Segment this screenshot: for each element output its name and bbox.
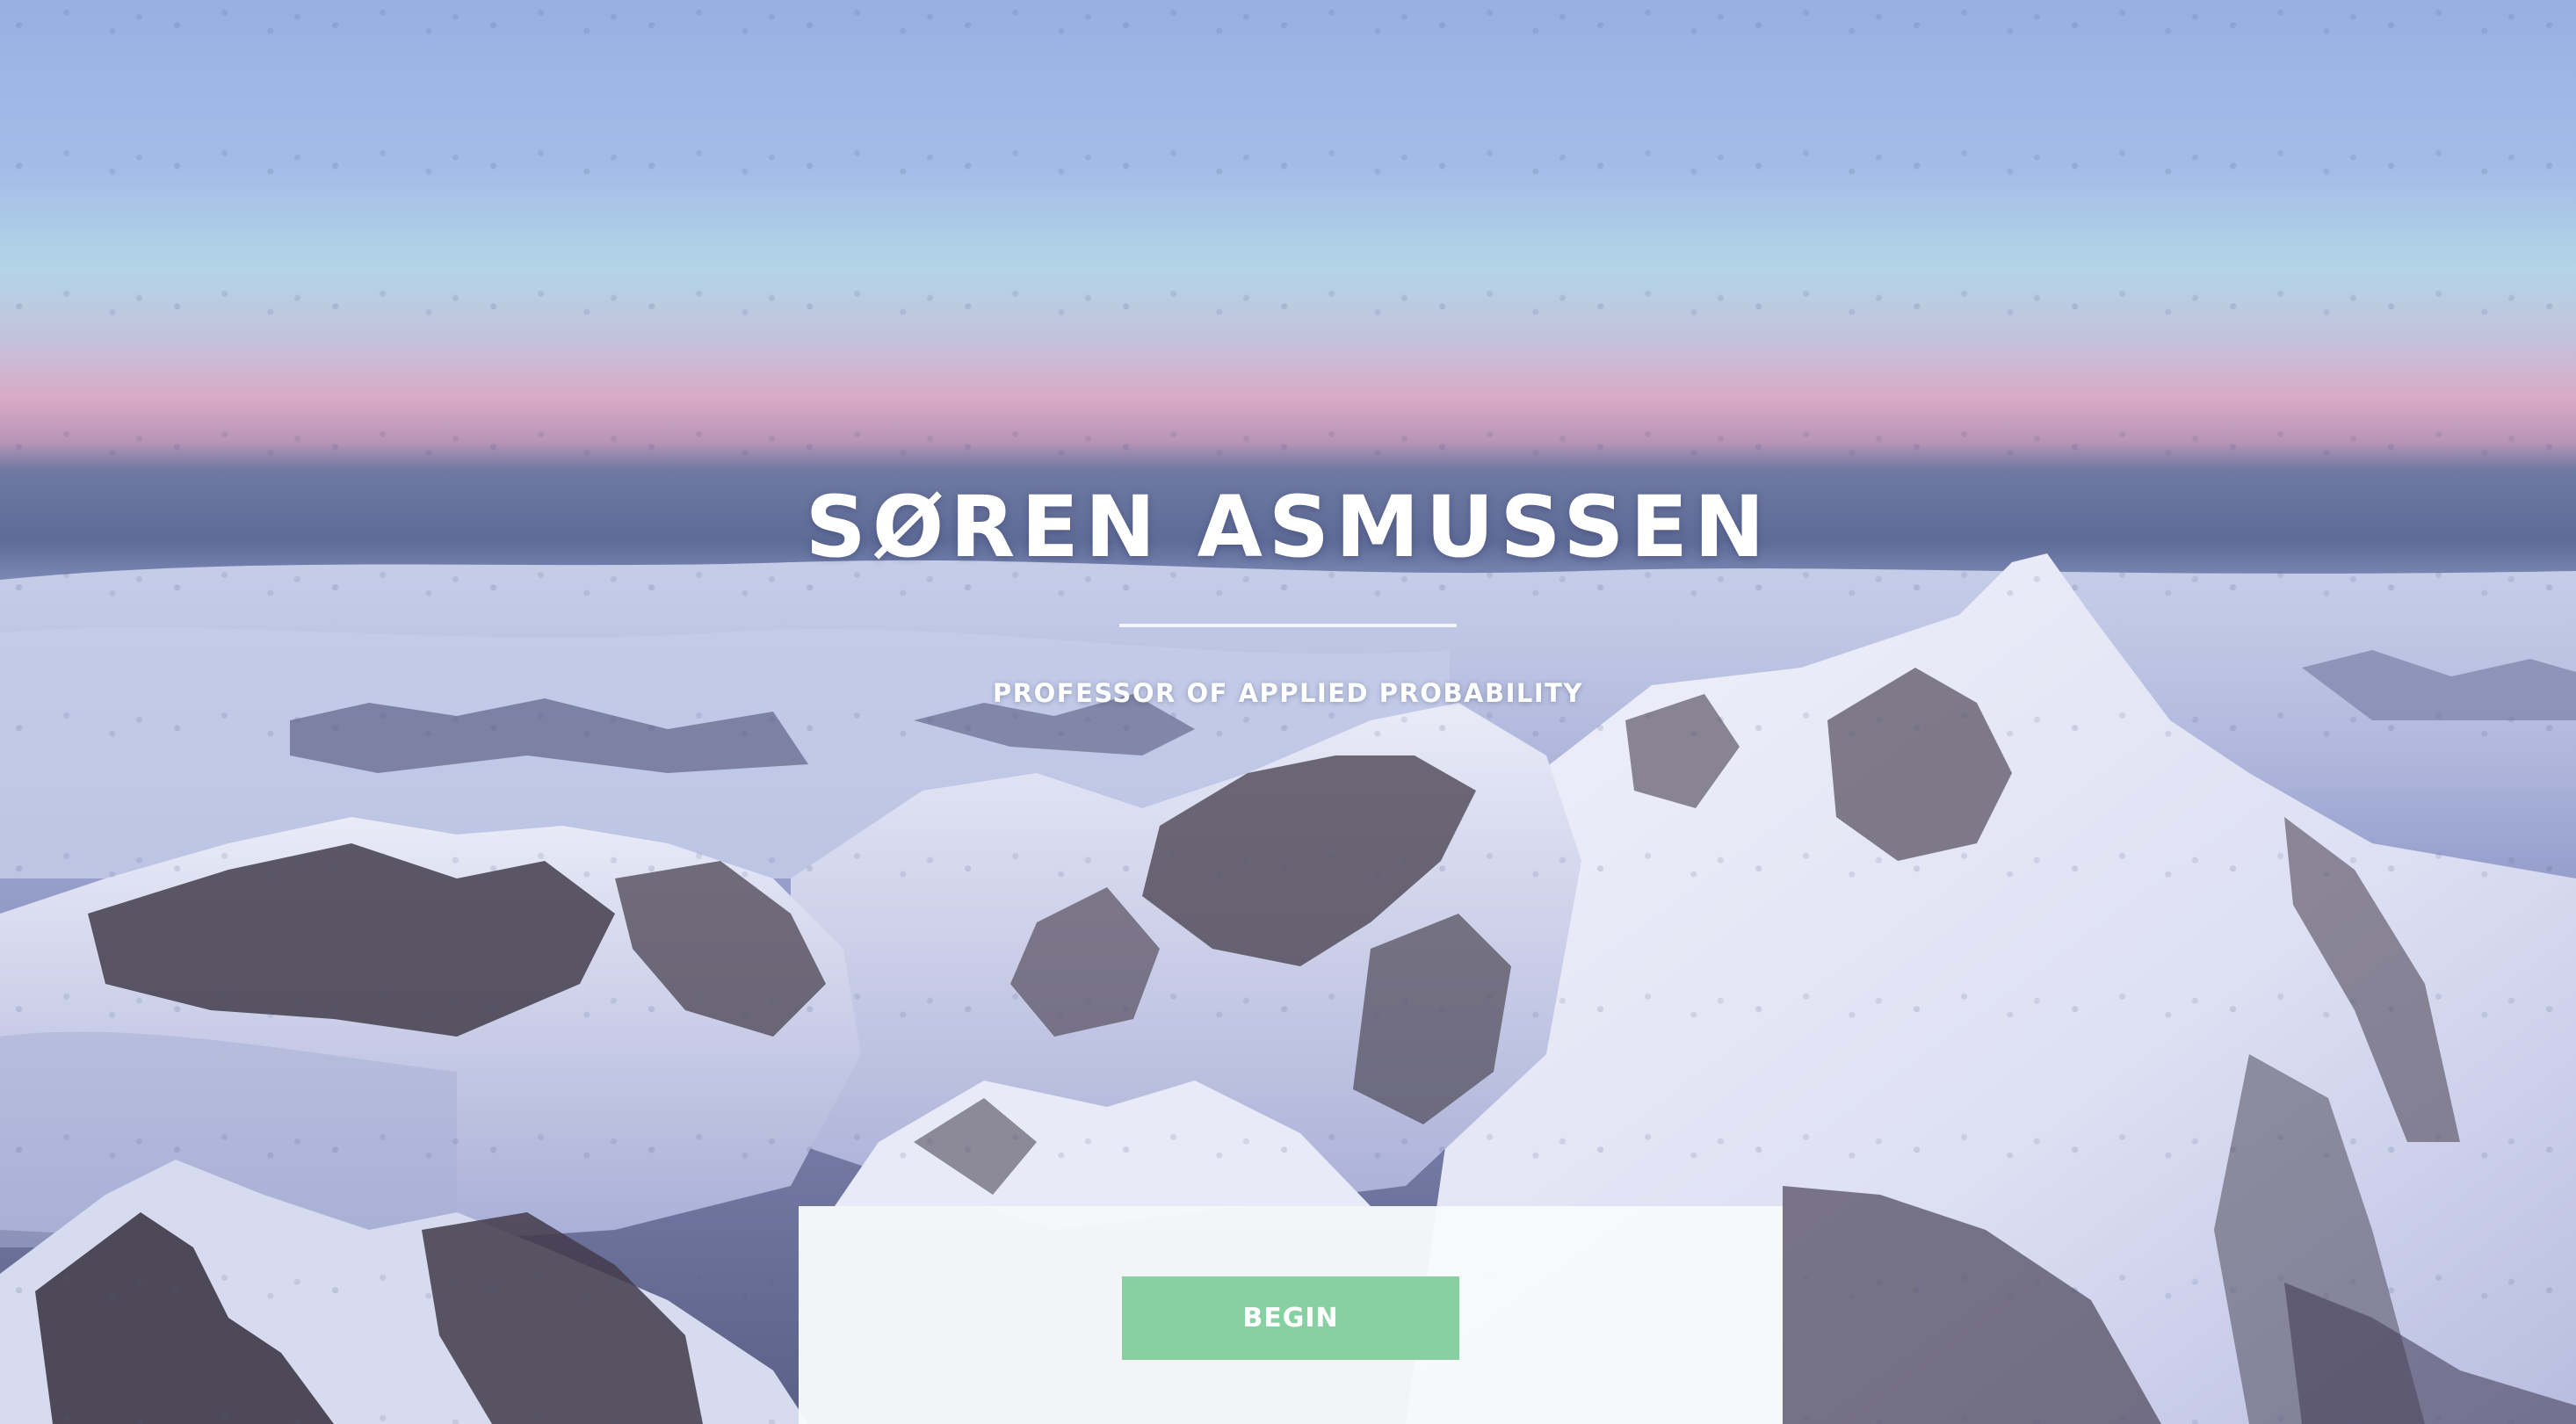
begin-button[interactable]: BEGIN	[1122, 1276, 1459, 1360]
title-block: SØREN ASMUSSEN PROFESSOR OF APPLIED PROB…	[0, 474, 2576, 708]
content-panel: BEGIN	[799, 1206, 1783, 1424]
page-title: SØREN ASMUSSEN	[805, 478, 1771, 576]
title-divider	[1119, 624, 1457, 627]
page-subtitle: PROFESSOR OF APPLIED PROBABILITY	[993, 678, 1583, 708]
